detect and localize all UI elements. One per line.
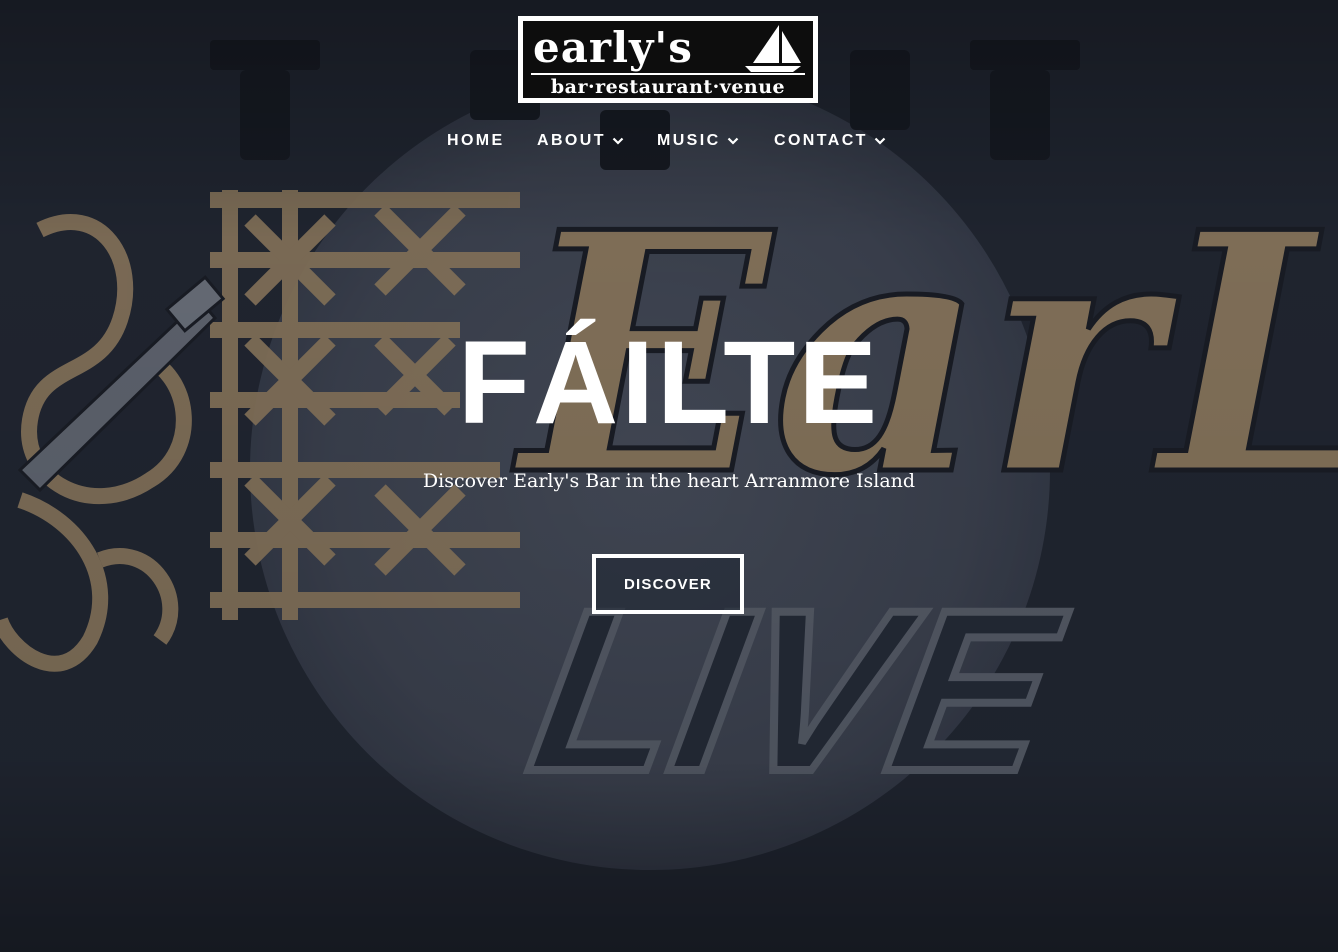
sailboat-icon [745, 25, 801, 72]
nav-item-music[interactable]: MUSIC [657, 130, 739, 152]
site-logo[interactable]: early's bar·restaurant·venue [518, 16, 818, 103]
nav-item-label: HOME [447, 132, 505, 149]
hero-section: EarLy's LIVE early's bar·restaurant·venu… [0, 0, 1338, 952]
discover-button[interactable]: DISCOVER [592, 554, 744, 614]
nav-item-label: MUSIC [657, 132, 721, 149]
logo-name: early's [533, 23, 693, 72]
hero-title: FÁILTE [457, 317, 881, 449]
chevron-down-icon [874, 137, 886, 145]
nav-item-home[interactable]: HOME [447, 130, 505, 152]
chevron-down-icon [727, 137, 738, 145]
nav-item-about[interactable]: ABOUT [537, 130, 624, 152]
chevron-down-icon [612, 137, 624, 145]
logo-tagline: bar·restaurant·venue [550, 76, 786, 98]
discover-button-label: DISCOVER [624, 575, 712, 593]
main-navigation: HOME ABOUT MUSIC CONTACT [0, 130, 1338, 152]
nav-item-label: CONTACT [774, 132, 868, 149]
logo-panel: early's bar·restaurant·venue [521, 19, 815, 100]
logo-divider [531, 73, 805, 75]
nav-item-label: ABOUT [537, 132, 606, 149]
hero-subtitle: Discover Early's Bar in the heart Arranm… [422, 470, 916, 492]
nav-item-contact[interactable]: CONTACT [774, 130, 886, 152]
